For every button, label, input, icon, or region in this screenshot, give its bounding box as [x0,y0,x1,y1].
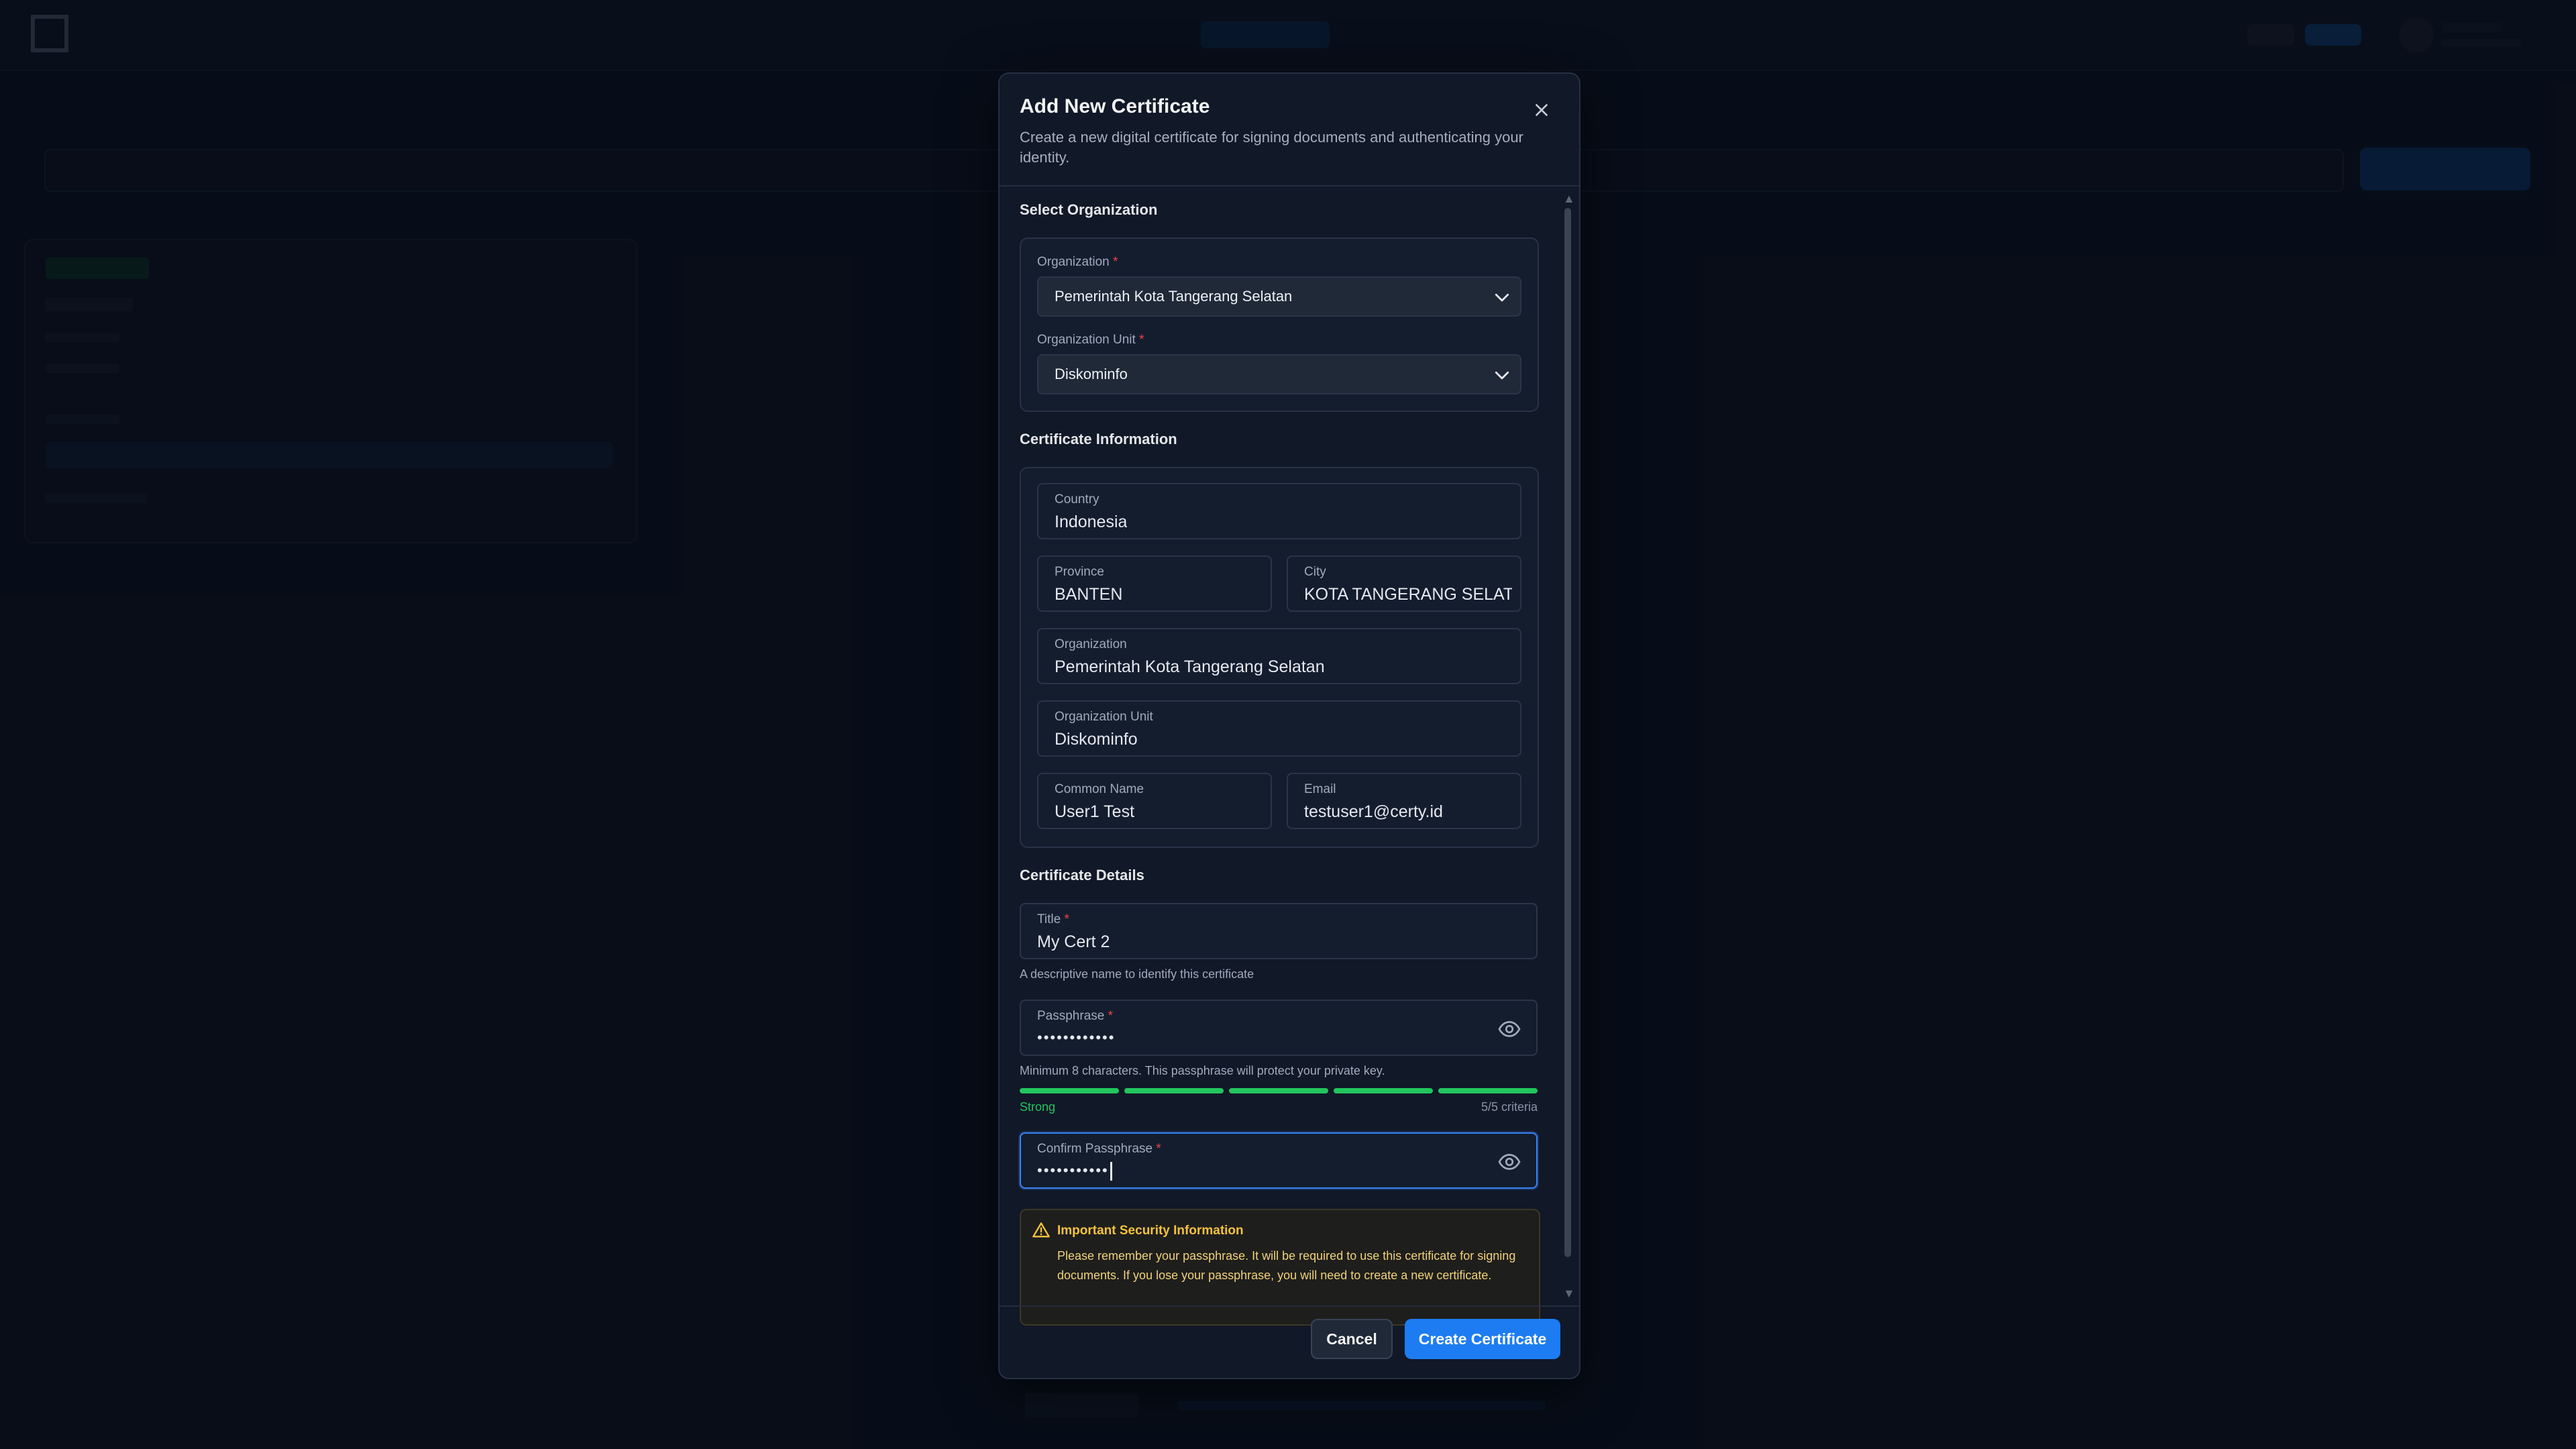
warning-triangle-icon [1032,1222,1050,1238]
eye-icon[interactable] [1497,1150,1521,1174]
title-label: Title * [1037,912,1069,926]
confirm-passphrase-label: Confirm Passphrase * [1037,1142,1161,1156]
eye-icon[interactable] [1497,1017,1521,1041]
confirm-passphrase-value: ••••••••••• [1037,1162,1112,1181]
create-certificate-button[interactable]: Create Certificate [1405,1319,1560,1359]
passphrase-label: Passphrase * [1037,1009,1114,1023]
scroll-up-icon[interactable]: ▲ [1563,192,1575,206]
passphrase-value: •••••••••••• [1037,1029,1116,1046]
passphrase-input[interactable]: Passphrase * •••••••••••• [1020,1000,1538,1056]
confirm-passphrase-input[interactable]: Confirm Passphrase * ••••••••••• [1020,1132,1538,1189]
dialog-description: Create a new digital certificate for sig… [1020,129,1523,166]
title-input[interactable]: Title * My Cert 2 [1020,903,1538,959]
common-name-label: Common Name [1055,782,1144,796]
certificate-information-group: Country Indonesia Province BANTEN City K… [1020,467,1539,848]
section-title-certificate-details: Certificate Details [1020,867,1144,883]
chevron-down-icon [1495,293,1509,302]
strength-segment [1124,1088,1224,1093]
section-title-certificate-information: Certificate Information [1020,431,1177,447]
common-name-value: User1 Test [1055,802,1135,821]
email-field[interactable]: Email testuser1@certy.id [1287,773,1521,829]
organization-unit-field-label: Organization Unit [1055,710,1153,724]
organization-unit-field-value: Diskominfo [1055,730,1138,749]
scrollbar-thumb[interactable] [1564,208,1571,1257]
city-field[interactable]: City KOTA TANGERANG SELAT. [1287,555,1521,612]
add-certificate-dialog: Add New Certificate Create a new digital… [998,72,1580,1379]
organization-unit-select-value: Diskominfo [1055,366,1128,382]
organization-unit-select[interactable]: Diskominfo [1037,354,1521,394]
strength-criteria-count: 5/5 criteria [1481,1100,1538,1114]
organization-field-label: Organization [1055,637,1127,651]
close-button[interactable] [1528,97,1555,123]
strength-segment [1020,1088,1119,1093]
province-value: BANTEN [1055,585,1123,604]
strength-segment [1334,1088,1433,1093]
security-warning-callout: Important Security Information Please re… [1020,1209,1540,1326]
city-value: KOTA TANGERANG SELAT. [1304,585,1512,604]
organization-unit-field[interactable]: Organization Unit Diskominfo [1037,700,1521,757]
chevron-down-icon [1495,371,1509,380]
email-value: testuser1@certy.id [1304,802,1443,821]
city-label: City [1304,565,1326,579]
header-divider [1000,185,1579,186]
section-title-select-organization: Select Organization [1020,201,1158,218]
strength-segment [1438,1088,1538,1093]
scroll-down-icon[interactable]: ▼ [1563,1287,1575,1301]
country-value: Indonesia [1055,513,1128,531]
dialog-title: Add New Certificate [1020,95,1210,117]
strength-label: Strong [1020,1100,1056,1114]
text-cursor [1110,1162,1112,1181]
strength-segment [1229,1088,1328,1093]
country-field[interactable]: Country Indonesia [1037,483,1521,539]
province-label: Province [1055,565,1104,579]
organization-label: Organization * [1037,255,1118,269]
province-field[interactable]: Province BANTEN [1037,555,1272,612]
warning-body: Please remember your passphrase. It will… [1057,1249,1516,1282]
organization-field[interactable]: Organization Pemerintah Kota Tangerang S… [1037,628,1521,684]
dialog-scrollbar[interactable]: ▲ ▼ [1562,192,1575,1305]
country-label: Country [1055,492,1099,506]
warning-title: Important Security Information [1057,1224,1244,1238]
title-helper-text: A descriptive name to identify this cert… [1020,967,1254,981]
close-icon [1536,104,1548,116]
passphrase-helper-text: Minimum 8 characters. This passphrase wi… [1020,1064,1385,1077]
common-name-field[interactable]: Common Name User1 Test [1037,773,1272,829]
organization-select[interactable]: Pemerintah Kota Tangerang Selatan [1037,276,1521,317]
footer-divider [1000,1305,1579,1307]
organization-select-group: Organization * Pemerintah Kota Tangerang… [1020,237,1539,412]
organization-select-value: Pemerintah Kota Tangerang Selatan [1055,288,1293,305]
organization-field-value: Pemerintah Kota Tangerang Selatan [1055,657,1325,676]
title-value: My Cert 2 [1037,932,1110,951]
cancel-button[interactable]: Cancel [1311,1319,1393,1359]
organization-unit-label: Organization Unit * [1037,333,1144,347]
email-label: Email [1304,782,1336,796]
